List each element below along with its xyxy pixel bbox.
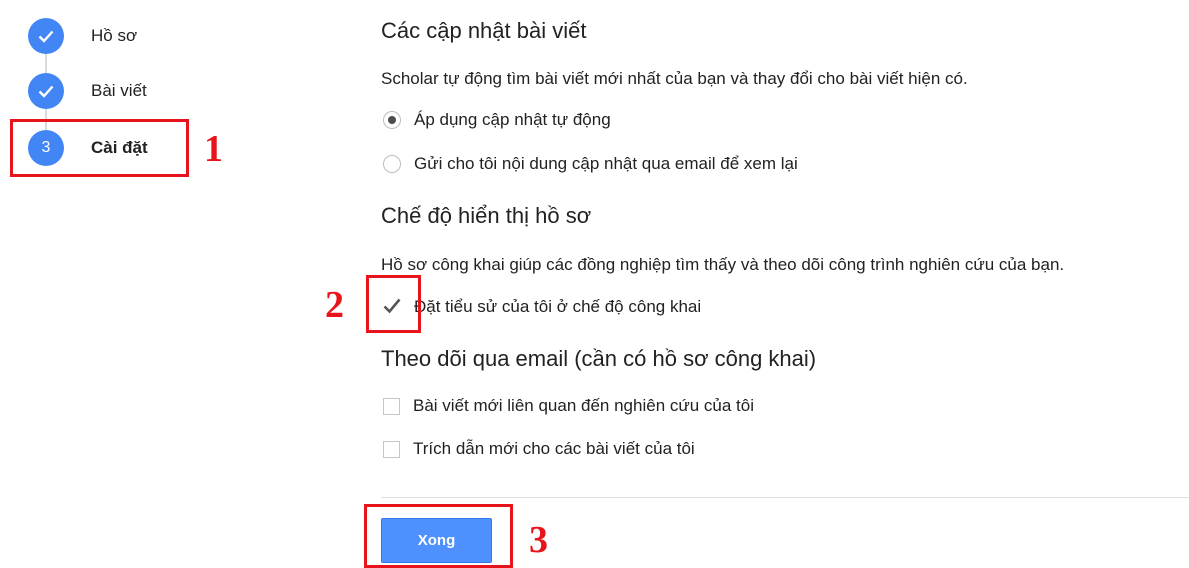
checkmark-icon — [38, 30, 54, 43]
step-profile[interactable]: Hồ sơ — [28, 18, 137, 54]
article-updates-title: Các cập nhật bài viết — [381, 18, 587, 43]
divider — [381, 497, 1189, 498]
radio-dot — [388, 116, 396, 124]
step-articles[interactable]: Bài viết — [28, 73, 147, 109]
annotation-box-1 — [10, 119, 189, 177]
checkbox-new-citations[interactable]: Trích dẫn mới cho các bài viết của tôi — [383, 439, 695, 459]
step-label: Bài viết — [91, 81, 147, 100]
article-updates-description: Scholar tự động tìm bài viết mới nhất củ… — [381, 69, 968, 88]
checkbox-new-articles[interactable]: Bài viết mới liên quan đến nghiên cứu củ… — [383, 396, 754, 416]
checkbox-unchecked[interactable] — [383, 440, 400, 458]
checkmark-icon — [38, 85, 54, 98]
step-done-circle — [28, 18, 64, 54]
checkbox-label: Trích dẫn mới cho các bài viết của tôi — [413, 439, 695, 458]
checkbox-label: Đặt tiểu sử của tôi ở chế độ công khai — [414, 297, 702, 316]
annotation-box-2 — [366, 275, 421, 333]
annotation-number-3: 3 — [529, 519, 548, 561]
radio-auto-update[interactable]: Áp dụng cập nhật tự động — [383, 110, 611, 130]
annotation-number-1: 1 — [204, 128, 223, 170]
checkbox-public-profile[interactable]: Đặt tiểu sử của tôi ở chế độ công khai — [383, 297, 701, 317]
checkbox-label: Bài viết mới liên quan đến nghiên cứu củ… — [413, 396, 755, 415]
radio-email-review[interactable]: Gửi cho tôi nội dung cập nhật qua email … — [383, 154, 798, 174]
step-label: Hồ sơ — [91, 26, 138, 45]
step-done-circle — [28, 73, 64, 109]
checkbox-unchecked[interactable] — [383, 397, 400, 415]
radio-button[interactable] — [383, 155, 401, 173]
email-follow-title: Theo dõi qua email (cần có hồ sơ công kh… — [381, 346, 817, 371]
radio-label: Áp dụng cập nhật tự động — [414, 110, 611, 129]
radio-label: Gửi cho tôi nội dung cập nhật qua email … — [414, 154, 798, 173]
profile-visibility-description: Hồ sơ công khai giúp các đồng nghiệp tìm… — [381, 255, 1065, 274]
annotation-box-3 — [364, 504, 513, 568]
profile-visibility-title: Chế độ hiển thị hồ sơ — [381, 203, 592, 228]
radio-button-selected[interactable] — [383, 111, 401, 129]
annotation-number-2: 2 — [325, 284, 344, 326]
